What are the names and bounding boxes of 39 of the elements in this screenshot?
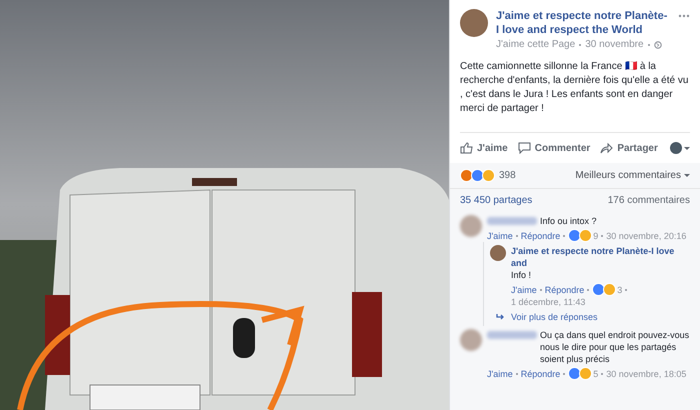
audience-selector[interactable]	[670, 142, 690, 154]
reaction-count[interactable]: 398	[499, 170, 516, 181]
speech-bubble-icon	[518, 142, 531, 154]
comment-text: Info !	[511, 269, 532, 281]
post-date[interactable]: 30 novembre	[585, 39, 644, 50]
more-options-icon[interactable]	[678, 14, 690, 18]
comment-date[interactable]: 30 novembre, 20:16	[606, 230, 686, 242]
comment-sort-dropdown[interactable]: Meilleurs commentaires	[575, 170, 690, 181]
like-link[interactable]: J'aime	[511, 284, 537, 294]
commenter-avatar[interactable]	[490, 245, 506, 261]
page-name-link[interactable]: J'aime et respecte notre Planète-I love and respect the World	[496, 9, 670, 37]
like-button[interactable]: J'aime	[460, 142, 508, 154]
like-link[interactable]: J'aime	[487, 368, 513, 378]
comment-date[interactable]: 30 novembre, 18:05	[606, 368, 686, 380]
reaction-count: 3	[617, 284, 622, 296]
blurred-name	[487, 217, 537, 225]
page-avatar[interactable]	[460, 9, 488, 37]
post-text: Cette camionnette sillonne la France 🇫🇷 à la recherche d'enfants, la dernière fois qu'elle a été vu , c'est dans le Jura ! Les enfants sont en danger merci de partager !	[460, 60, 690, 116]
reaction-count: 5	[593, 368, 598, 380]
commenter-name-link[interactable]: J'aime et respecte notre Planète-I love and	[511, 245, 688, 269]
comment-date[interactable]: 1 décembre, 11:43	[511, 296, 586, 308]
comment-text: Ou ça dans quel endroit pouvez-vous nous le dire pour que les partagés soient plus précis	[540, 329, 690, 365]
more-replies-link[interactable]: Voir plus de réponses	[484, 308, 608, 326]
globe-icon	[654, 40, 662, 48]
share-arrow-icon	[600, 142, 614, 154]
thumbs-up-icon	[460, 142, 473, 154]
like-link[interactable]: J'aime	[487, 230, 513, 240]
reply-link[interactable]: Répondre	[544, 284, 584, 294]
reply-link[interactable]: Répondre	[520, 230, 560, 240]
reaction-count: 9	[593, 230, 598, 242]
reply-link[interactable]: Répondre	[520, 368, 560, 378]
share-count[interactable]: 35 450 partages	[460, 195, 532, 206]
comment-count[interactable]: 176 commentaires	[608, 195, 690, 206]
comment-text: Info ou intox ?	[540, 215, 597, 227]
comment-button[interactable]: Commenter	[518, 142, 590, 154]
follow-link[interactable]: J'aime cette Page	[496, 39, 576, 50]
reply-arrow-icon	[496, 314, 505, 320]
blurred-name	[487, 331, 537, 339]
share-button[interactable]: Partager	[600, 142, 658, 154]
